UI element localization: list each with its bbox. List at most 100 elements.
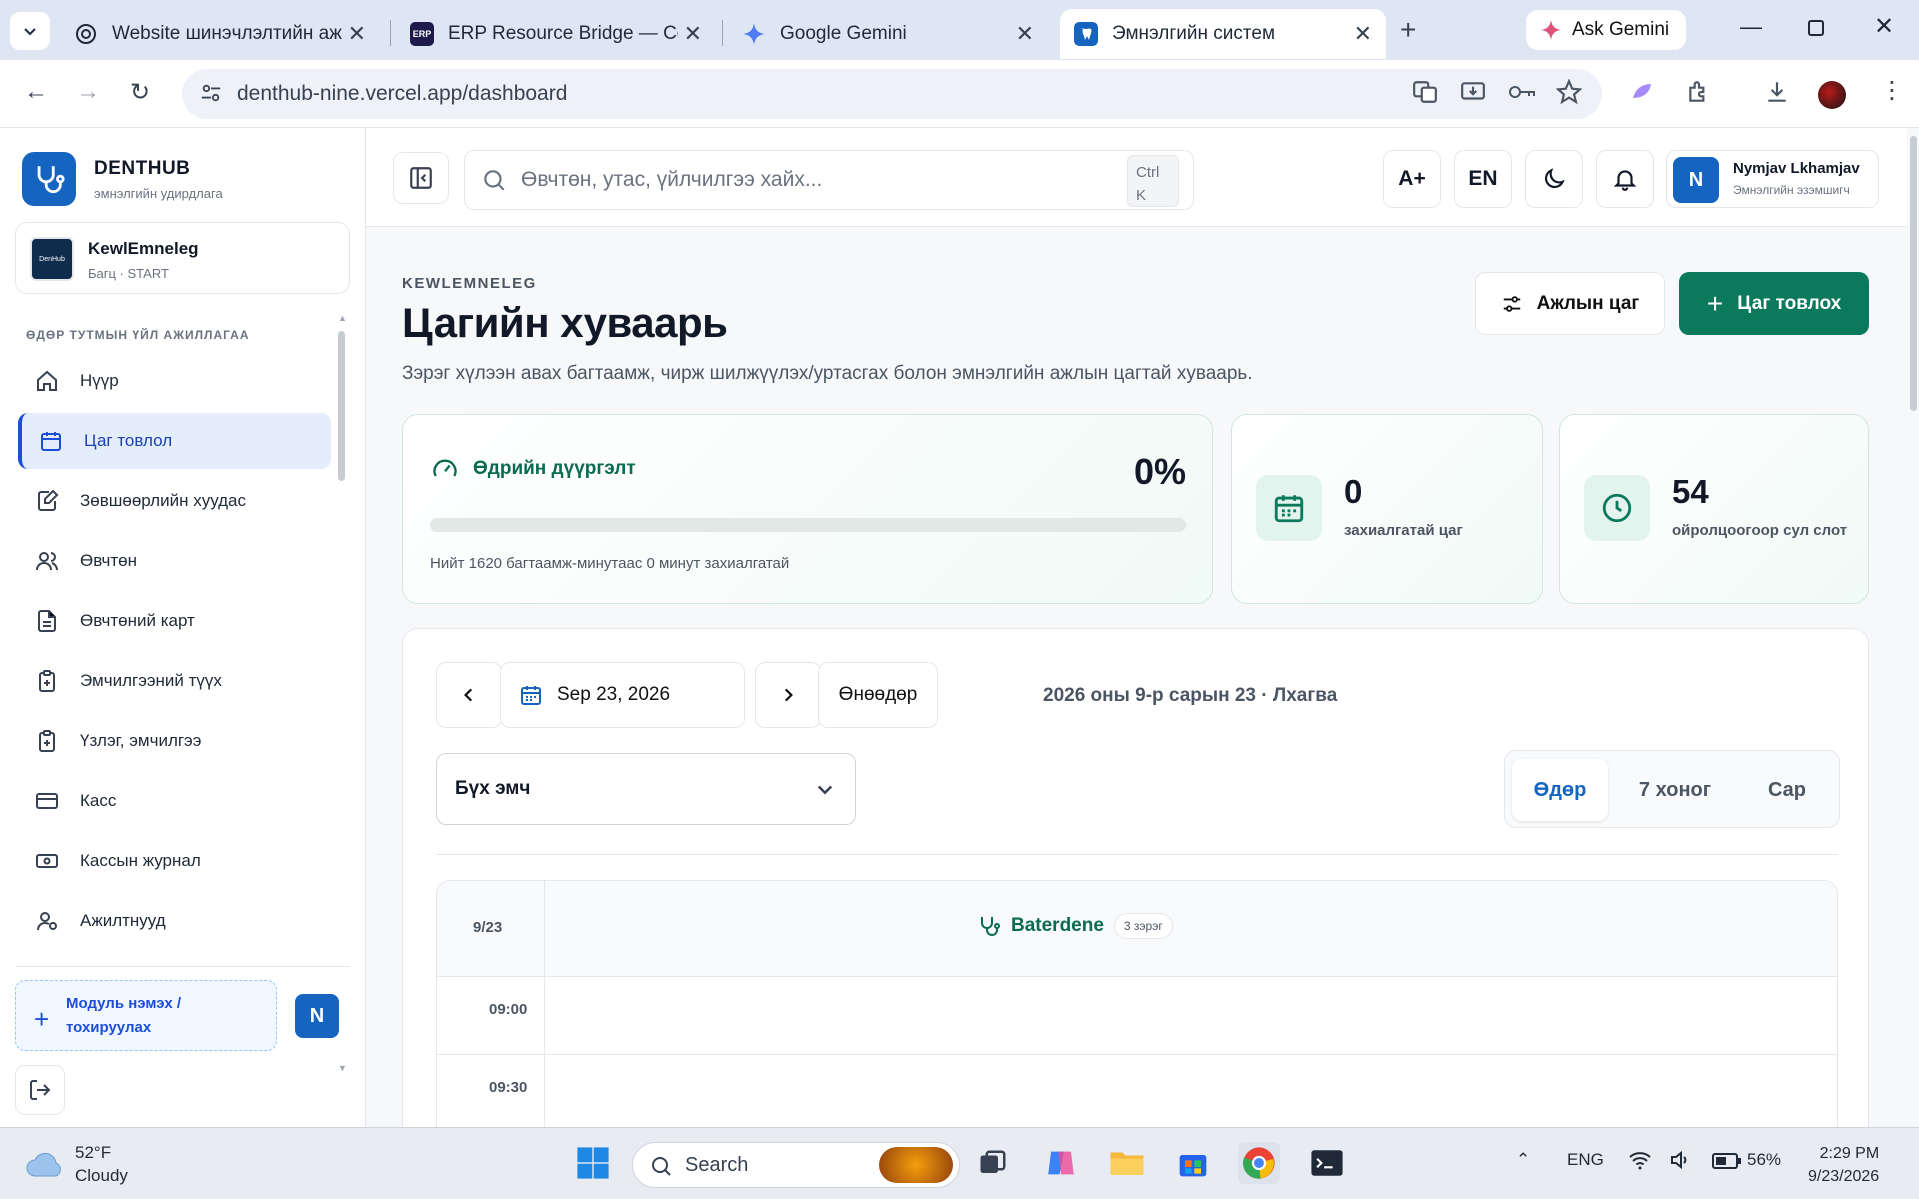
- system-clock[interactable]: 2:29 PM 9/23/2026: [1808, 1142, 1879, 1188]
- user-avatar[interactable]: N: [295, 994, 339, 1038]
- openai-icon: [76, 24, 96, 44]
- book-appointment-button[interactable]: + Цаг товлох: [1679, 272, 1869, 335]
- brand-name: DENTHUB: [94, 158, 191, 179]
- battery-percent: 56%: [1747, 1150, 1782, 1169]
- profile-avatar[interactable]: [1818, 81, 1846, 109]
- address-bar[interactable]: denthub-nine.vercel.app/dashboard: [182, 69, 1602, 119]
- next-day-button[interactable]: [755, 662, 821, 728]
- forward-arrow-icon[interactable]: →: [76, 78, 100, 106]
- work-hours-button[interactable]: Ажлын цаг: [1475, 272, 1665, 335]
- plus-icon: +: [34, 1004, 50, 1034]
- battery-icon[interactable]: [1712, 1152, 1742, 1170]
- view-month-tab[interactable]: Сар: [1739, 759, 1835, 821]
- sidebar-item-patient-card[interactable]: Өвчтөний карт: [18, 593, 331, 649]
- scrollbar-thumb[interactable]: [1910, 136, 1917, 411]
- more-menu-icon[interactable]: ⋮: [1880, 76, 1904, 105]
- sidebar-item-treatment-history[interactable]: Эмчилгээний түүх: [18, 653, 331, 709]
- examination-icon: [34, 728, 60, 754]
- cash-journal-icon: [34, 848, 60, 874]
- close-icon[interactable]: ✕: [348, 21, 366, 47]
- scrollbar-thumb[interactable]: [338, 331, 345, 481]
- task-view-icon[interactable]: [972, 1142, 1014, 1184]
- today-button[interactable]: Өнөөдөр: [818, 662, 938, 728]
- chrome-icon[interactable]: [1238, 1142, 1280, 1184]
- close-icon[interactable]: ✕: [684, 21, 702, 47]
- taskbar-search[interactable]: Search: [632, 1142, 960, 1188]
- doctor-column-header[interactable]: Baterdene 3 зэрэг: [977, 913, 1173, 939]
- dark-mode-button[interactable]: [1525, 150, 1583, 208]
- sidebar-item-home[interactable]: Нүүр: [18, 353, 331, 409]
- sidebar-item-consent[interactable]: Зөвшөөрлийн хуудас: [18, 473, 331, 529]
- windows-start-icon[interactable]: [572, 1142, 614, 1184]
- sidebar-toggle-button[interactable]: [393, 152, 449, 204]
- sidebar-item-patients[interactable]: Өвчтөн: [18, 533, 331, 589]
- translate-icon[interactable]: [1412, 79, 1438, 105]
- browser-tab-1[interactable]: Website шинэчлэлтийн ажи ✕: [60, 9, 380, 59]
- input-language[interactable]: ENG: [1567, 1150, 1604, 1170]
- user-menu[interactable]: N Nymjav Lkhamjav Эмнэлгийн эзэмшигч: [1666, 150, 1879, 208]
- card-icon: [34, 788, 60, 814]
- page-eyebrow: KEWLEMNELEG: [402, 275, 537, 292]
- view-day-tab[interactable]: Өдөр: [1512, 759, 1608, 821]
- prev-day-button[interactable]: [436, 662, 502, 728]
- close-icon[interactable]: ✕: [1016, 21, 1034, 47]
- new-tab-button[interactable]: +: [1400, 14, 1416, 46]
- minimize-button[interactable]: —: [1740, 14, 1762, 40]
- tab-divider: [722, 20, 723, 46]
- add-module-button[interactable]: + Модуль нэмэх / тохируулах: [15, 980, 277, 1051]
- completion-progress-bar: [430, 518, 1186, 532]
- copilot-icon[interactable]: [1040, 1142, 1082, 1184]
- back-arrow-icon[interactable]: ←: [24, 78, 48, 106]
- browser-tab-3[interactable]: Google Gemini ✕: [728, 9, 1048, 59]
- sidebar-item-examination[interactable]: Үзлэг, эмчилгээ: [18, 713, 331, 769]
- font-size-button[interactable]: A+: [1383, 150, 1441, 208]
- ask-gemini-button[interactable]: Ask Gemini: [1526, 10, 1686, 50]
- moon-icon: [1544, 168, 1565, 189]
- sidebar-item-label: Касс: [80, 791, 117, 810]
- date-picker[interactable]: Sep 23, 2026: [500, 662, 745, 728]
- password-key-icon[interactable]: [1508, 79, 1536, 105]
- sidebar-item-cashier[interactable]: Касс: [18, 773, 331, 829]
- volume-icon[interactable]: [1668, 1148, 1692, 1172]
- close-window-button[interactable]: ✕: [1874, 12, 1894, 41]
- booked-count: 0: [1344, 473, 1363, 510]
- browser-tab-2[interactable]: ERP ERP Resource Bridge — Con ✕: [396, 9, 716, 59]
- terminal-icon[interactable]: [1306, 1142, 1348, 1184]
- time-row[interactable]: 09:30: [437, 1055, 1837, 1133]
- extensions-puzzle-icon[interactable]: [1686, 79, 1712, 105]
- sidebar-item-label: Эмчилгээний түүх: [80, 671, 222, 690]
- tab-search-button[interactable]: [10, 12, 50, 50]
- sidebar-scrollbar[interactable]: ▲ ▼: [338, 313, 347, 1073]
- sidebar-item-appointments[interactable]: Цаг товлол: [18, 413, 331, 469]
- language-toggle-button[interactable]: EN: [1454, 150, 1512, 208]
- search-input[interactable]: [521, 168, 1081, 192]
- time-row[interactable]: 09:00: [437, 977, 1837, 1055]
- weather-widget[interactable]: 52°F Cloudy: [25, 1142, 128, 1188]
- install-app-icon[interactable]: [1460, 79, 1486, 105]
- global-search[interactable]: CtrlK: [464, 150, 1194, 210]
- site-info-icon[interactable]: [200, 82, 222, 104]
- clinic-switcher[interactable]: DenHub KewlEmneleg Багц · START: [15, 222, 350, 294]
- file-explorer-icon[interactable]: [1106, 1142, 1148, 1184]
- wifi-icon[interactable]: [1628, 1148, 1652, 1172]
- tray-overflow-icon[interactable]: ⌃: [1516, 1150, 1530, 1170]
- reload-icon[interactable]: ↻: [130, 78, 150, 107]
- view-week-tab[interactable]: 7 хоног: [1615, 759, 1735, 821]
- page-scrollbar[interactable]: [1907, 128, 1919, 1127]
- restore-button[interactable]: [1808, 20, 1824, 36]
- browser-tab-4-active[interactable]: Эмнэлгийн систем ✕: [1060, 9, 1386, 59]
- scroll-up-icon[interactable]: ▲: [338, 313, 347, 323]
- treatment-history-icon: [34, 668, 60, 694]
- sidebar-item-cash-journal[interactable]: Кассын журнал: [18, 833, 331, 889]
- download-icon[interactable]: [1764, 79, 1790, 105]
- close-icon[interactable]: ✕: [1354, 21, 1372, 47]
- logout-button[interactable]: [15, 1065, 65, 1115]
- stethoscope-logo-icon: [22, 152, 76, 206]
- bookmark-star-icon[interactable]: [1556, 79, 1582, 105]
- notifications-button[interactable]: [1596, 150, 1654, 208]
- scroll-down-icon[interactable]: ▼: [338, 1063, 347, 1073]
- microsoft-store-icon[interactable]: [1172, 1142, 1214, 1184]
- sidebar-item-staff[interactable]: Ажилтнууд: [18, 893, 331, 949]
- gemini-extension-icon[interactable]: [1630, 79, 1658, 105]
- doctor-select[interactable]: Бүх эмч: [436, 753, 856, 825]
